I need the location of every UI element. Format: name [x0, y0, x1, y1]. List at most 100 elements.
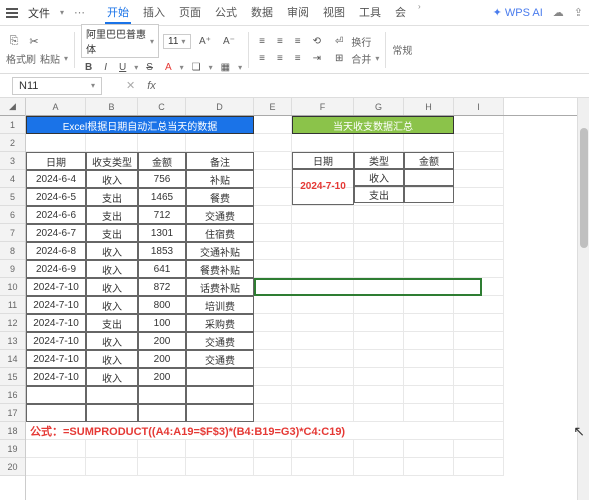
col-header[interactable]: B	[86, 98, 138, 115]
cell[interactable]: 话费补贴	[186, 278, 254, 296]
cell[interactable]	[254, 260, 292, 278]
cell[interactable]: 712	[138, 206, 186, 224]
cell[interactable]: 支出	[86, 224, 138, 242]
cell[interactable]: 交通费	[186, 332, 254, 350]
cell[interactable]	[292, 134, 354, 152]
cell[interactable]	[254, 278, 292, 296]
row-header[interactable]: 18	[0, 422, 25, 440]
cell[interactable]	[26, 404, 86, 422]
cell[interactable]	[454, 278, 504, 296]
cell[interactable]	[404, 134, 454, 152]
cell[interactable]: 当天收支数据汇总	[292, 116, 454, 134]
col-header[interactable]: E	[254, 98, 292, 115]
row-header[interactable]: 11	[0, 296, 25, 314]
tab-review[interactable]: 审阅	[285, 2, 311, 24]
indent[interactable]: ⇥	[309, 51, 325, 66]
cell[interactable]	[254, 170, 292, 188]
number-format[interactable]: 常规	[392, 42, 412, 57]
tabs-overflow-icon[interactable]: ›	[418, 2, 421, 24]
cell[interactable]	[454, 458, 504, 476]
orient[interactable]: ⟲	[309, 34, 325, 49]
font-color[interactable]: A	[161, 60, 176, 75]
cell[interactable]	[404, 186, 454, 203]
tab-data[interactable]: 数据	[249, 2, 275, 24]
cell[interactable]: 200	[138, 332, 186, 350]
cloud-icon[interactable]: ☁	[553, 6, 564, 19]
cell[interactable]: 收入	[86, 332, 138, 350]
row-header[interactable]: 14	[0, 350, 25, 368]
align-bot[interactable]: ≡	[291, 34, 305, 49]
cell[interactable]	[404, 242, 454, 260]
copy-icon[interactable]: ⎘	[6, 33, 22, 49]
cell[interactable]: 2024-7-10	[26, 314, 86, 332]
cell[interactable]	[254, 386, 292, 404]
cell[interactable]	[404, 458, 454, 476]
row-header[interactable]: 19	[0, 440, 25, 458]
cell[interactable]	[404, 169, 454, 186]
cell[interactable]	[186, 440, 254, 458]
row-header[interactable]: 12	[0, 314, 25, 332]
cell[interactable]	[354, 278, 404, 296]
cell[interactable]: 交通费	[186, 206, 254, 224]
cell[interactable]	[254, 368, 292, 386]
cell[interactable]	[254, 314, 292, 332]
share-icon[interactable]: ⇪	[574, 6, 583, 19]
cell[interactable]	[454, 332, 504, 350]
merge-icon[interactable]: ⊞	[331, 51, 347, 66]
cell[interactable]	[454, 440, 504, 458]
underline-button[interactable]: U	[115, 60, 130, 75]
row-header[interactable]: 15	[0, 368, 25, 386]
cell[interactable]	[354, 242, 404, 260]
cell[interactable]	[254, 188, 292, 206]
cell[interactable]	[86, 458, 138, 476]
scroll-thumb[interactable]	[580, 128, 588, 248]
cell[interactable]	[454, 188, 504, 206]
cell[interactable]	[254, 224, 292, 242]
cell[interactable]: 641	[138, 260, 186, 278]
cell[interactable]: 2024-7-10	[292, 169, 354, 205]
border-button[interactable]: ▦	[217, 60, 234, 75]
cell[interactable]	[354, 224, 404, 242]
cell[interactable]	[354, 368, 404, 386]
cell[interactable]	[186, 134, 254, 152]
cell[interactable]: 采购费	[186, 314, 254, 332]
row-header[interactable]: 5	[0, 188, 25, 206]
cell[interactable]: 收入	[86, 260, 138, 278]
bold-button[interactable]: B	[81, 60, 96, 75]
cell[interactable]: 100	[138, 314, 186, 332]
cell[interactable]	[26, 458, 86, 476]
cell[interactable]	[354, 314, 404, 332]
cell[interactable]	[454, 116, 504, 134]
cell[interactable]	[454, 404, 504, 422]
cell[interactable]: 收入	[86, 278, 138, 296]
row-header[interactable]: 3	[0, 152, 25, 170]
cell[interactable]: 金额	[404, 152, 454, 169]
cell[interactable]	[404, 332, 454, 350]
cell[interactable]	[292, 404, 354, 422]
cell[interactable]	[254, 134, 292, 152]
cell[interactable]	[186, 386, 254, 404]
col-header[interactable]: G	[354, 98, 404, 115]
cancel-icon[interactable]: ✕	[126, 79, 135, 92]
cell[interactable]	[292, 260, 354, 278]
cell[interactable]: 2024-6-4	[26, 170, 86, 188]
row-header[interactable]: 13	[0, 332, 25, 350]
cell[interactable]: 收入	[86, 242, 138, 260]
row-header[interactable]: 20	[0, 458, 25, 476]
increase-font[interactable]: A⁺	[195, 34, 215, 49]
font-select[interactable]: 阿里巴巴普惠体▾	[81, 24, 159, 58]
cell[interactable]	[454, 350, 504, 368]
cell[interactable]: 支出	[86, 206, 138, 224]
cell[interactable]	[404, 350, 454, 368]
cell[interactable]	[404, 296, 454, 314]
row-header[interactable]: 16	[0, 386, 25, 404]
cell[interactable]	[404, 278, 454, 296]
cell[interactable]: 餐费	[186, 188, 254, 206]
cell[interactable]	[254, 458, 292, 476]
cell[interactable]: Excel根据日期自动汇总当天的数据	[26, 116, 254, 134]
align-center[interactable]: ≡	[273, 51, 287, 66]
cell[interactable]	[292, 242, 354, 260]
cell[interactable]	[404, 224, 454, 242]
cut-icon[interactable]: ✂	[26, 33, 42, 49]
cell[interactable]	[454, 152, 504, 170]
